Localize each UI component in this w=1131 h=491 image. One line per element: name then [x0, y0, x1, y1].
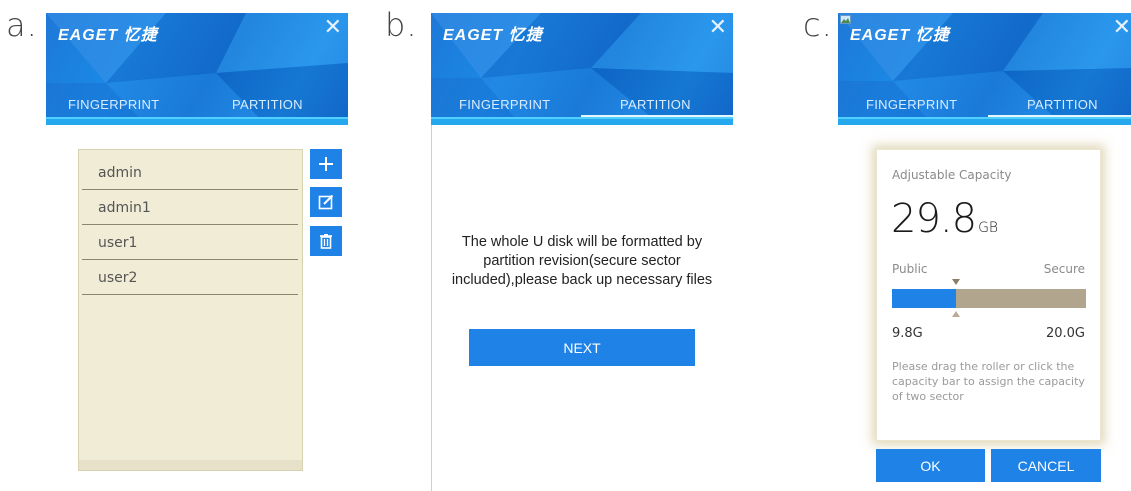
secure-size: 20.0G [1045, 326, 1085, 341]
panel-label-a: a. [6, 6, 38, 44]
trash-icon [320, 234, 332, 249]
tab-partition[interactable]: PARTITION [232, 97, 303, 112]
secure-label: Secure [1043, 262, 1085, 276]
eaget-logo: EAGET 忆捷 [58, 27, 158, 44]
list-item[interactable]: admin [82, 155, 298, 190]
ok-button[interactable]: OK [876, 449, 985, 482]
eaget-logo: EAGET 忆捷 [443, 27, 543, 44]
capacity-dialog: Adjustable Capacity 29.8 GB Public Secure… [876, 149, 1101, 441]
next-button[interactable]: NEXT [469, 329, 695, 366]
close-icon[interactable]: ✕ [324, 17, 342, 39]
public-capacity-fill [892, 289, 956, 308]
capacity-unit: GB [978, 220, 999, 236]
list-item[interactable]: user1 [82, 225, 298, 260]
tab-fingerprint[interactable]: FINGERPRINT [68, 97, 159, 112]
tab-partition[interactable]: PARTITION [1027, 97, 1098, 112]
app-header-b: EAGET 忆捷 ✕ FINGERPRINT PARTITION [431, 13, 733, 125]
public-size: 9.8G [892, 326, 923, 341]
close-icon[interactable]: ✕ [709, 17, 727, 39]
tab-fingerprint[interactable]: FINGERPRINT [866, 97, 957, 112]
list-footer [79, 460, 302, 470]
panel-divider [431, 125, 432, 491]
cancel-button[interactable]: CANCEL [991, 449, 1101, 482]
close-icon[interactable]: ✕ [1113, 17, 1131, 39]
public-label: Public [892, 262, 928, 276]
tab-indicator-bar [838, 115, 1131, 125]
panel-label-b: b. [385, 6, 418, 44]
format-warning-text: The whole U disk will be formatted by pa… [451, 234, 713, 288]
active-tab-indicator [581, 115, 733, 117]
tab-indicator-bar [46, 117, 348, 125]
app-header-c: EAGET 忆捷 ✕ FINGERPRINT PARTITION [838, 13, 1131, 125]
capacity-bar[interactable] [892, 289, 1086, 308]
edit-icon [318, 194, 334, 210]
user-list: admin admin1 user1 user2 [78, 149, 303, 471]
tab-fingerprint[interactable]: FINGERPRINT [459, 97, 550, 112]
tab-indicator-bar [431, 115, 733, 125]
delete-user-button[interactable] [310, 226, 342, 256]
active-tab-indicator [988, 115, 1131, 117]
roller-top-marker[interactable] [952, 279, 960, 285]
roller-bottom-marker[interactable] [952, 311, 960, 317]
tab-partition[interactable]: PARTITION [620, 97, 691, 112]
list-item[interactable]: user2 [82, 260, 298, 295]
edit-user-button[interactable] [310, 187, 342, 217]
capacity-number: 29.8 [891, 196, 977, 242]
app-header-a: EAGET 忆捷 ✕ FINGERPRINT PARTITION [46, 13, 348, 125]
plus-icon [319, 157, 333, 171]
capacity-label: Adjustable Capacity [892, 168, 1012, 182]
list-item[interactable]: admin1 [82, 190, 298, 225]
eaget-logo: EAGET 忆捷 [850, 27, 950, 44]
add-user-button[interactable] [310, 149, 342, 179]
drag-hint-text: Please drag the roller or click the capa… [892, 360, 1085, 403]
panel-label-c: c. [803, 6, 833, 44]
capacity-value: 29.8 GB [891, 196, 998, 242]
